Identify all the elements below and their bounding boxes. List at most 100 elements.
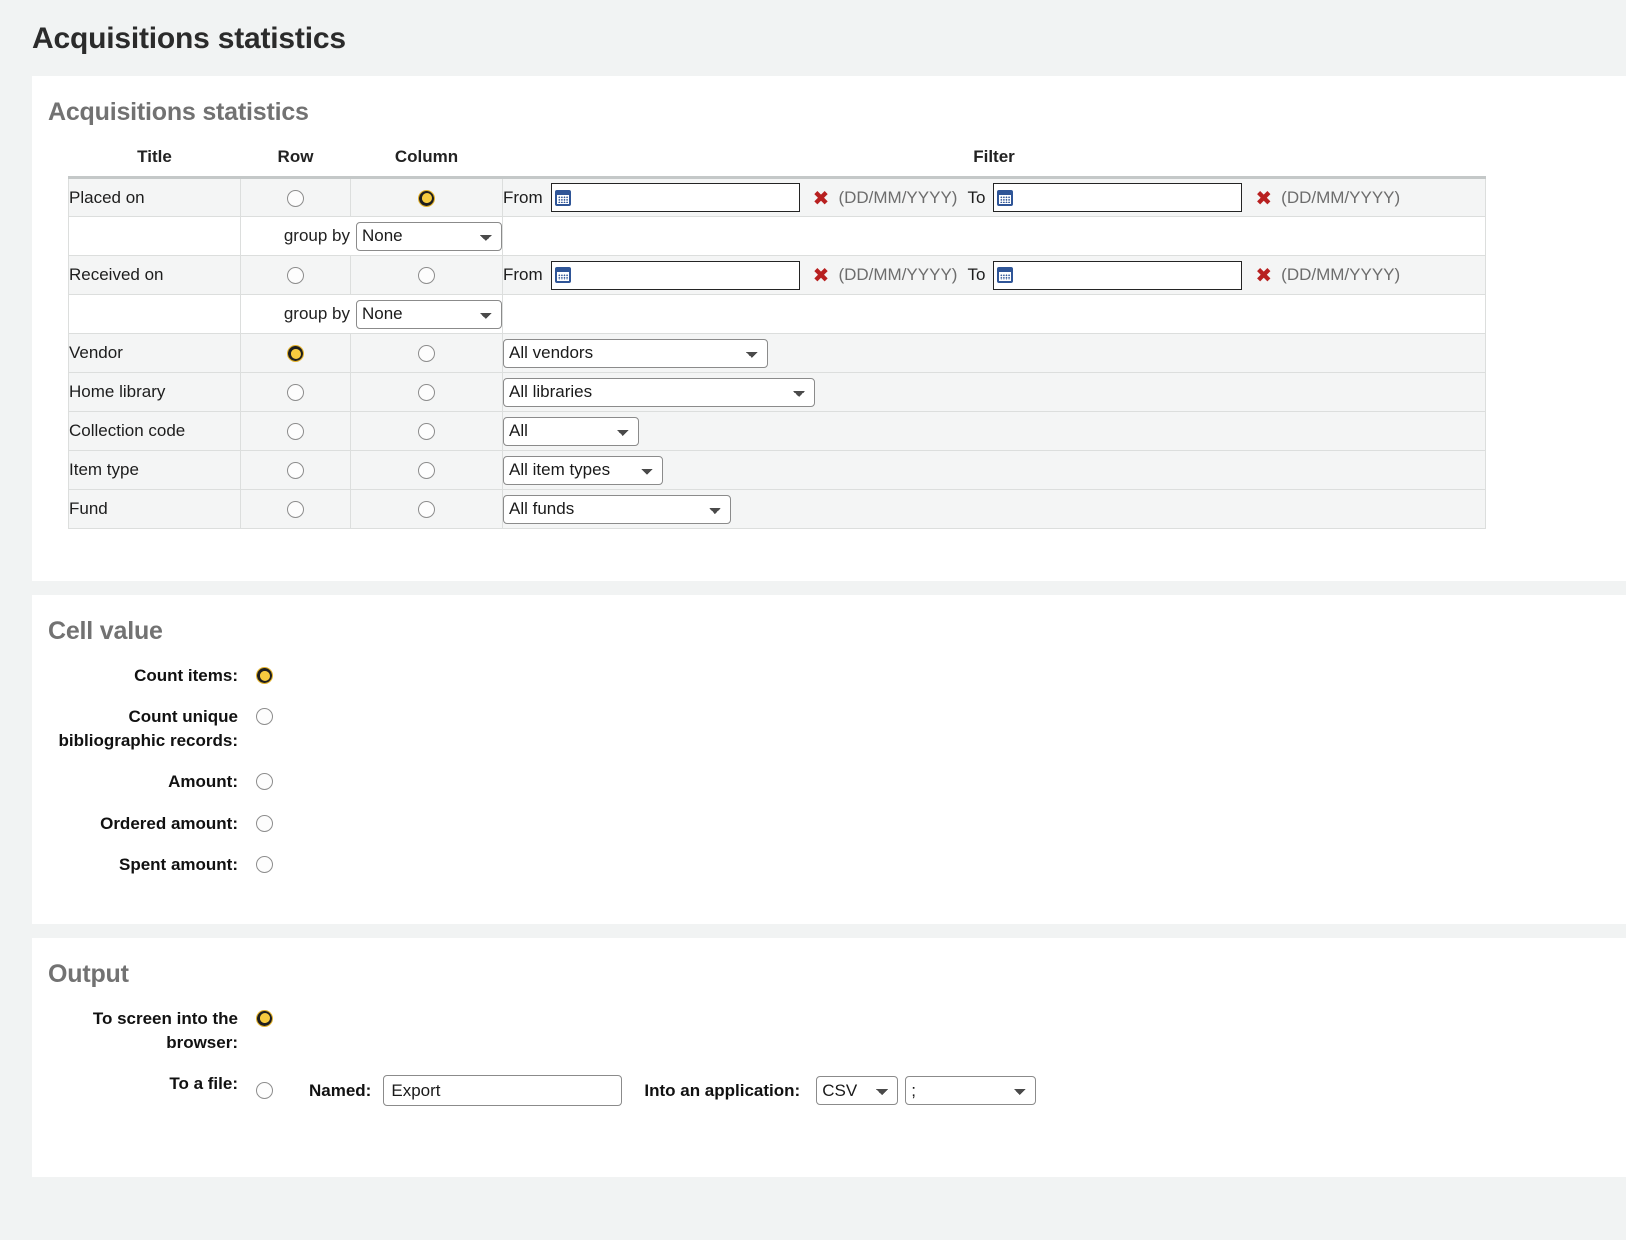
cell-value-heading: Cell value (48, 617, 163, 645)
received-on-row-radio-cell[interactable] (240, 255, 351, 295)
home-library-row-radio-cell[interactable] (240, 372, 351, 412)
received-on-row-radio[interactable] (287, 267, 304, 285)
item-type-column-radio[interactable] (418, 462, 435, 480)
fund-select[interactable]: All funds (503, 494, 731, 524)
calendar-icon[interactable] (554, 189, 571, 206)
output-application-select[interactable]: CSV (816, 1076, 899, 1105)
placed-on-column-radio-cell[interactable] (350, 177, 503, 217)
output-separator-select[interactable]: ; (905, 1076, 1037, 1105)
item-type-row-radio-cell[interactable] (240, 450, 351, 490)
received-on-groupby-cell: group by None (240, 294, 503, 334)
received-on-from-datebox[interactable] (550, 260, 800, 290)
placed-on-groupby-select[interactable]: None (356, 221, 502, 251)
calendar-icon[interactable] (997, 267, 1014, 283)
cell-value-radio-cell-amount[interactable] (238, 770, 273, 791)
placed-on-row-radio[interactable] (287, 189, 304, 207)
received-on-column-radio-cell[interactable] (350, 255, 503, 295)
collection-code-row-radio-cell[interactable] (240, 411, 351, 451)
home-library-column-radio-cell[interactable] (350, 372, 503, 412)
item-type-column-radio-cell[interactable] (350, 450, 503, 490)
home-library-row-radio[interactable] (287, 384, 304, 402)
placed-on-groupby-label: group by (283, 226, 350, 245)
item-type-select[interactable]: All item types (503, 455, 663, 485)
placed-on-row-radio-cell[interactable] (240, 177, 351, 217)
cell-value-radio-cell-spent-amount[interactable] (238, 853, 273, 873)
placed-on-to-input[interactable] (1016, 187, 1232, 208)
placed-on-to-datebox[interactable] (993, 183, 1243, 212)
table-row-placed-on: Placed on From ✖ (DD/MM/YYYY) To ✖ (DD/M… (68, 177, 1486, 217)
output-radio-to-screen[interactable] (256, 1009, 273, 1027)
criteria-panel-heading: Acquisitions statistics (48, 98, 309, 126)
placed-on-groupby-spacer (68, 216, 241, 256)
fund-column-radio-cell[interactable] (350, 489, 503, 529)
collection-code-filter-cell: All (502, 411, 1486, 451)
output-options: To screen into the browser: To a file: N… (32, 1005, 1626, 1177)
placed-on-from-datebox[interactable] (550, 183, 800, 212)
cell-value-option-amount: Amount: (32, 770, 1626, 794)
collection-code-column-radio-cell[interactable] (350, 411, 503, 451)
clear-x-icon[interactable]: ✖ (813, 265, 830, 285)
clear-x-icon[interactable]: ✖ (1255, 188, 1272, 208)
table-row-received-on-groupby: group by None (68, 294, 1486, 334)
panel-divider (0, 923, 1626, 938)
received-on-filter-cell: From ✖ (DD/MM/YYYY) To ✖ (DD/MM/YYYY) (502, 255, 1486, 295)
cell-value-radio-count-items[interactable] (256, 667, 273, 684)
output-radio-to-file[interactable] (256, 1082, 273, 1099)
received-on-to-input[interactable] (1016, 265, 1232, 285)
received-on-column-radio[interactable] (418, 267, 435, 285)
cell-value-radio-amount[interactable] (256, 773, 273, 791)
table-row-collection-code: Collection code All (68, 411, 1486, 451)
cell-value-radio-ordered-amount[interactable] (256, 814, 273, 832)
home-library-column-radio[interactable] (418, 384, 435, 402)
cell-value-option-spent-amount: Spent amount: (32, 853, 1626, 877)
vendor-select[interactable]: All vendors (503, 338, 768, 368)
received-on-to-label: To (967, 265, 986, 284)
table-row-received-on: Received on From ✖ (DD/MM/YYYY) To ✖ (DD… (68, 255, 1486, 295)
collection-code-select[interactable]: All (503, 416, 639, 446)
placed-on-column-radio[interactable] (418, 189, 435, 207)
fund-row-radio[interactable] (287, 501, 304, 519)
output-panel: Output To screen into the browser: To a … (32, 937, 1626, 1177)
placed-on-to-format-hint: (DD/MM/YYYY) (1281, 187, 1401, 207)
cell-value-radio-count-unique-bib-records[interactable] (256, 708, 273, 726)
collection-code-column-radio[interactable] (418, 423, 435, 441)
received-on-groupby-select[interactable]: None (356, 299, 502, 329)
output-filename-input[interactable] (383, 1075, 623, 1106)
received-on-from-label: From (503, 265, 543, 284)
row-label-fund: Fund (68, 489, 241, 529)
cell-value-radio-cell-count-items[interactable] (238, 664, 273, 684)
item-type-row-radio[interactable] (287, 462, 304, 480)
criteria-table-header-row: Title Row Column Filter (68, 143, 1486, 179)
cell-value-label-count-unique-bib-records: Count unique bibliographic records: (58, 707, 238, 751)
cell-value-radio-cell-ordered-amount[interactable] (238, 812, 273, 832)
clear-x-icon[interactable]: ✖ (1255, 265, 1272, 285)
received-on-groupby-spacer (68, 294, 241, 334)
output-radio-cell-to-screen[interactable] (238, 1007, 273, 1027)
criteria-panel: Acquisitions statistics Title Row Column… (32, 76, 1626, 581)
placed-on-from-label: From (503, 187, 543, 207)
collection-code-row-radio[interactable] (287, 423, 304, 441)
table-row-fund: Fund All funds (68, 489, 1486, 529)
calendar-icon[interactable] (997, 189, 1014, 206)
vendor-row-radio[interactable] (287, 345, 304, 363)
vendor-column-radio-cell[interactable] (350, 333, 503, 373)
home-library-select[interactable]: All libraries (503, 377, 815, 407)
vendor-row-radio-cell[interactable] (240, 333, 351, 373)
received-on-to-datebox[interactable] (993, 260, 1243, 290)
placed-on-to-label: To (967, 187, 986, 207)
fund-column-radio[interactable] (418, 501, 435, 519)
vendor-column-radio[interactable] (418, 345, 435, 363)
placed-on-from-input[interactable] (573, 187, 789, 208)
clear-x-icon[interactable]: ✖ (813, 188, 830, 208)
received-on-groupby-filler (502, 294, 1486, 334)
cell-value-radio-spent-amount[interactable] (256, 855, 273, 873)
column-header-row: Row (240, 143, 351, 179)
fund-row-radio-cell[interactable] (240, 489, 351, 529)
output-to-file-controls: Named: Into an application: CSV ; (238, 1072, 1037, 1106)
received-on-from-input[interactable] (573, 265, 789, 285)
cell-value-radio-cell-count-unique-bib-records[interactable] (238, 705, 273, 726)
placed-on-filter-cell: From ✖ (DD/MM/YYYY) To ✖ (DD/MM/YYYY) (502, 177, 1486, 217)
calendar-icon[interactable] (554, 267, 571, 283)
panel-divider (0, 581, 1626, 595)
cell-value-option-ordered-amount: Ordered amount: (32, 812, 1626, 836)
